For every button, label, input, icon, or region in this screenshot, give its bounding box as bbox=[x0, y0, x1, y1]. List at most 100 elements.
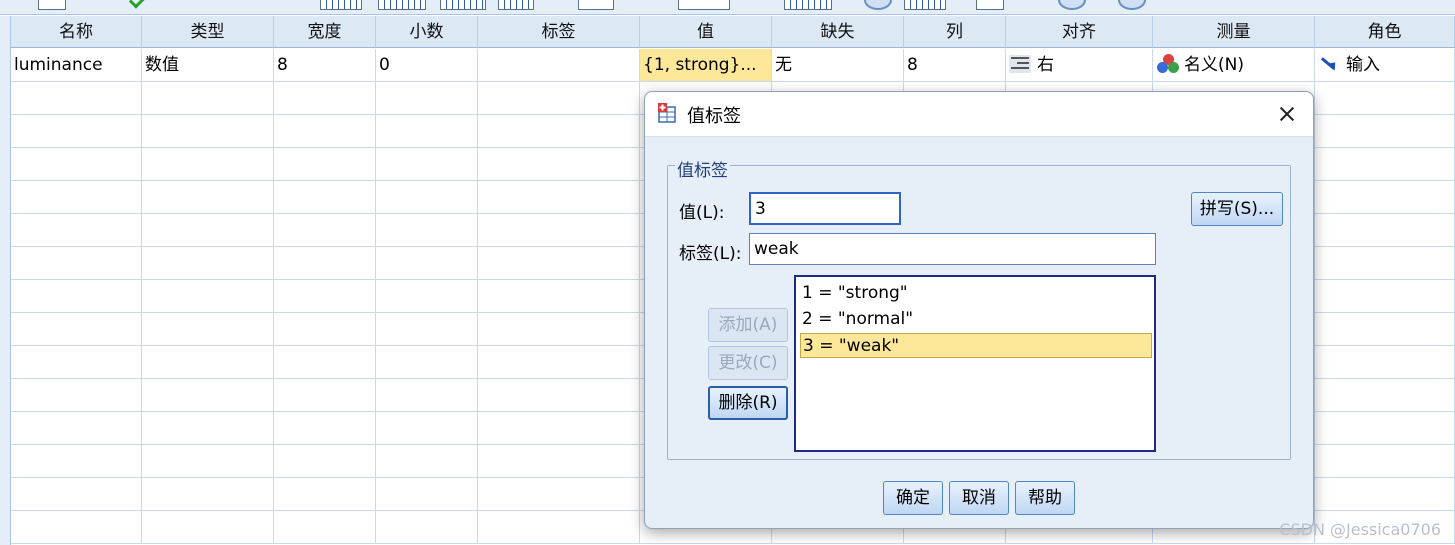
empty-cell[interactable] bbox=[376, 346, 478, 379]
empty-cell[interactable] bbox=[376, 280, 478, 313]
empty-cell[interactable] bbox=[274, 214, 376, 247]
grid-icon[interactable] bbox=[904, 0, 946, 10]
open-icon[interactable] bbox=[38, 0, 66, 10]
list-item[interactable]: 1 = "strong" bbox=[800, 281, 1152, 306]
empty-cell[interactable] bbox=[142, 445, 274, 478]
column-header-measure[interactable]: 测量 bbox=[1153, 16, 1315, 48]
empty-cell[interactable] bbox=[1315, 181, 1455, 214]
column-header-label[interactable]: 标签 bbox=[478, 16, 640, 48]
grid-icon[interactable] bbox=[378, 0, 426, 10]
column-header-type[interactable]: 类型 bbox=[142, 16, 274, 48]
empty-cell[interactable] bbox=[478, 379, 640, 412]
cell-type[interactable]: 数值 bbox=[142, 49, 274, 82]
empty-cell[interactable] bbox=[142, 247, 274, 280]
empty-cell[interactable] bbox=[478, 412, 640, 445]
change-button[interactable]: 更改(C) bbox=[708, 346, 788, 380]
cell-name[interactable]: luminance bbox=[11, 49, 142, 82]
row-header-strip[interactable] bbox=[0, 16, 11, 545]
empty-cell[interactable] bbox=[11, 379, 142, 412]
empty-cell[interactable] bbox=[376, 148, 478, 181]
check-icon[interactable] bbox=[128, 0, 146, 9]
grid-icon[interactable] bbox=[784, 0, 832, 10]
column-header-missing[interactable]: 缺失 bbox=[772, 16, 904, 48]
empty-cell[interactable] bbox=[274, 280, 376, 313]
empty-cell[interactable] bbox=[478, 82, 640, 115]
empty-cell[interactable] bbox=[478, 478, 640, 511]
empty-cell[interactable] bbox=[1315, 445, 1455, 478]
grid-icon[interactable] bbox=[440, 0, 486, 10]
value-labels-list[interactable]: 1 = "strong" 2 = "normal" 3 = "weak" bbox=[794, 275, 1156, 452]
add-button[interactable]: 添加(A) bbox=[708, 308, 788, 342]
empty-cell[interactable] bbox=[376, 181, 478, 214]
empty-cell[interactable] bbox=[274, 148, 376, 181]
empty-cell[interactable] bbox=[274, 445, 376, 478]
cell-missing[interactable]: 无 bbox=[772, 49, 904, 82]
empty-cell[interactable] bbox=[1315, 412, 1455, 445]
empty-cell[interactable] bbox=[478, 214, 640, 247]
empty-cell[interactable] bbox=[274, 379, 376, 412]
empty-cell[interactable] bbox=[142, 412, 274, 445]
empty-cell[interactable] bbox=[1315, 115, 1455, 148]
empty-cell[interactable] bbox=[274, 82, 376, 115]
empty-cell[interactable] bbox=[11, 445, 142, 478]
empty-cell[interactable] bbox=[478, 445, 640, 478]
empty-cell[interactable] bbox=[274, 511, 376, 544]
empty-cell[interactable] bbox=[1315, 148, 1455, 181]
circle-icon[interactable] bbox=[864, 0, 892, 10]
empty-cell[interactable] bbox=[376, 214, 478, 247]
empty-cell[interactable] bbox=[11, 82, 142, 115]
empty-cell[interactable] bbox=[274, 181, 376, 214]
column-header-width[interactable]: 宽度 bbox=[274, 16, 376, 48]
goto-icon[interactable] bbox=[678, 0, 730, 10]
empty-cell[interactable] bbox=[142, 511, 274, 544]
cell-role[interactable]: 输入 bbox=[1315, 49, 1455, 82]
empty-cell[interactable] bbox=[1315, 313, 1455, 346]
empty-cell[interactable] bbox=[142, 115, 274, 148]
empty-cell[interactable] bbox=[274, 247, 376, 280]
grid-icon[interactable] bbox=[320, 0, 362, 10]
empty-cell[interactable] bbox=[376, 511, 478, 544]
value-input[interactable] bbox=[749, 192, 901, 225]
column-header-role[interactable]: 角色 bbox=[1315, 16, 1455, 48]
cell-measure[interactable]: 名义(N) bbox=[1153, 49, 1315, 82]
empty-cell[interactable] bbox=[142, 280, 274, 313]
empty-cell[interactable] bbox=[478, 115, 640, 148]
empty-cell[interactable] bbox=[376, 82, 478, 115]
empty-cell[interactable] bbox=[1315, 346, 1455, 379]
empty-cell[interactable] bbox=[376, 115, 478, 148]
label-input[interactable] bbox=[749, 233, 1156, 265]
circle-icon[interactable] bbox=[1058, 0, 1086, 10]
empty-cell[interactable] bbox=[11, 181, 142, 214]
close-icon[interactable] bbox=[1271, 98, 1303, 130]
empty-cell[interactable] bbox=[376, 379, 478, 412]
empty-cell[interactable] bbox=[376, 445, 478, 478]
ok-button[interactable]: 确定 bbox=[883, 481, 943, 515]
empty-cell[interactable] bbox=[142, 313, 274, 346]
empty-cell[interactable] bbox=[1315, 280, 1455, 313]
empty-cell[interactable] bbox=[376, 412, 478, 445]
empty-cell[interactable] bbox=[274, 313, 376, 346]
empty-cell[interactable] bbox=[478, 181, 640, 214]
cell-width[interactable]: 8 bbox=[274, 49, 376, 82]
empty-cell[interactable] bbox=[478, 280, 640, 313]
empty-cell[interactable] bbox=[142, 214, 274, 247]
delete-button[interactable]: 删除(R) bbox=[708, 386, 788, 420]
empty-cell[interactable] bbox=[1315, 379, 1455, 412]
grid-icon[interactable] bbox=[498, 0, 534, 10]
empty-cell[interactable] bbox=[274, 346, 376, 379]
cell-align[interactable]: 右 bbox=[1006, 49, 1153, 82]
empty-cell[interactable] bbox=[11, 247, 142, 280]
column-header-name[interactable]: 名称 bbox=[11, 16, 142, 48]
empty-cell[interactable] bbox=[376, 478, 478, 511]
empty-cell[interactable] bbox=[1315, 478, 1455, 511]
empty-cell[interactable] bbox=[478, 313, 640, 346]
empty-cell[interactable] bbox=[11, 214, 142, 247]
help-button[interactable]: 帮助 bbox=[1015, 481, 1075, 515]
empty-cell[interactable] bbox=[142, 346, 274, 379]
cell-values[interactable]: {1, strong}... bbox=[640, 49, 772, 82]
cell-label[interactable] bbox=[478, 49, 640, 82]
empty-cell[interactable] bbox=[1315, 214, 1455, 247]
weight-icon[interactable] bbox=[976, 0, 1004, 10]
spell-button[interactable]: 拼写(S)... bbox=[1191, 192, 1283, 226]
empty-cell[interactable] bbox=[478, 346, 640, 379]
